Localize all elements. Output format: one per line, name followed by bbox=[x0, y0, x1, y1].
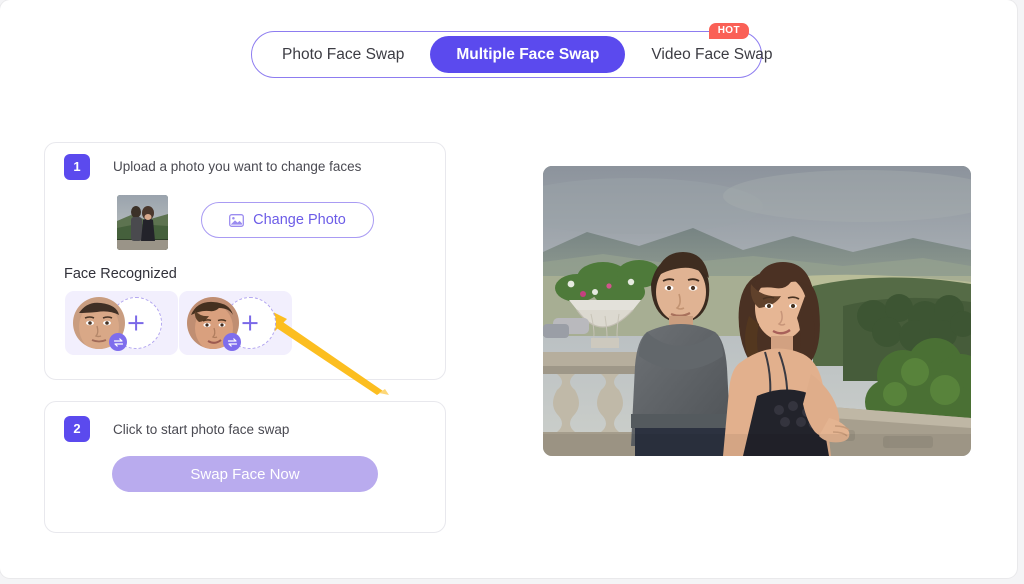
face-swap-mode-tabs: Photo Face Swap Multiple Face Swap Video… bbox=[251, 23, 773, 78]
tab-photo-face-swap[interactable]: Photo Face Swap bbox=[256, 36, 430, 73]
tabbar: Photo Face Swap Multiple Face Swap Video… bbox=[251, 23, 773, 78]
uploaded-photo-thumbnail[interactable] bbox=[117, 195, 168, 250]
step-2-number-badge: 2 bbox=[64, 416, 90, 442]
tab-multiple-face-swap[interactable]: Multiple Face Swap bbox=[430, 36, 626, 73]
swap-face-now-label: Swap Face Now bbox=[190, 465, 300, 483]
face-slot-1-swap-icon[interactable] bbox=[109, 333, 127, 351]
photo-preview bbox=[543, 166, 971, 456]
face-recognized-label: Face Recognized bbox=[64, 266, 177, 282]
face-slot-male[interactable] bbox=[65, 291, 178, 355]
hot-badge: HOT bbox=[708, 23, 749, 39]
step-1-number-badge: 1 bbox=[64, 154, 90, 180]
swap-face-now-button[interactable]: Swap Face Now bbox=[112, 456, 378, 492]
tab-video-face-swap[interactable]: Video Face Swap bbox=[625, 36, 798, 73]
image-icon bbox=[229, 213, 245, 227]
step-2-title: Click to start photo face swap bbox=[113, 422, 290, 437]
step-1-title: Upload a photo you want to change faces bbox=[113, 159, 362, 174]
change-photo-button[interactable]: Change Photo bbox=[201, 202, 374, 238]
change-photo-label: Change Photo bbox=[253, 212, 346, 228]
face-slot-female[interactable] bbox=[179, 291, 292, 355]
face-slot-2-swap-icon[interactable] bbox=[223, 333, 241, 351]
page-container: Photo Face Swap Multiple Face Swap Video… bbox=[0, 0, 1017, 578]
